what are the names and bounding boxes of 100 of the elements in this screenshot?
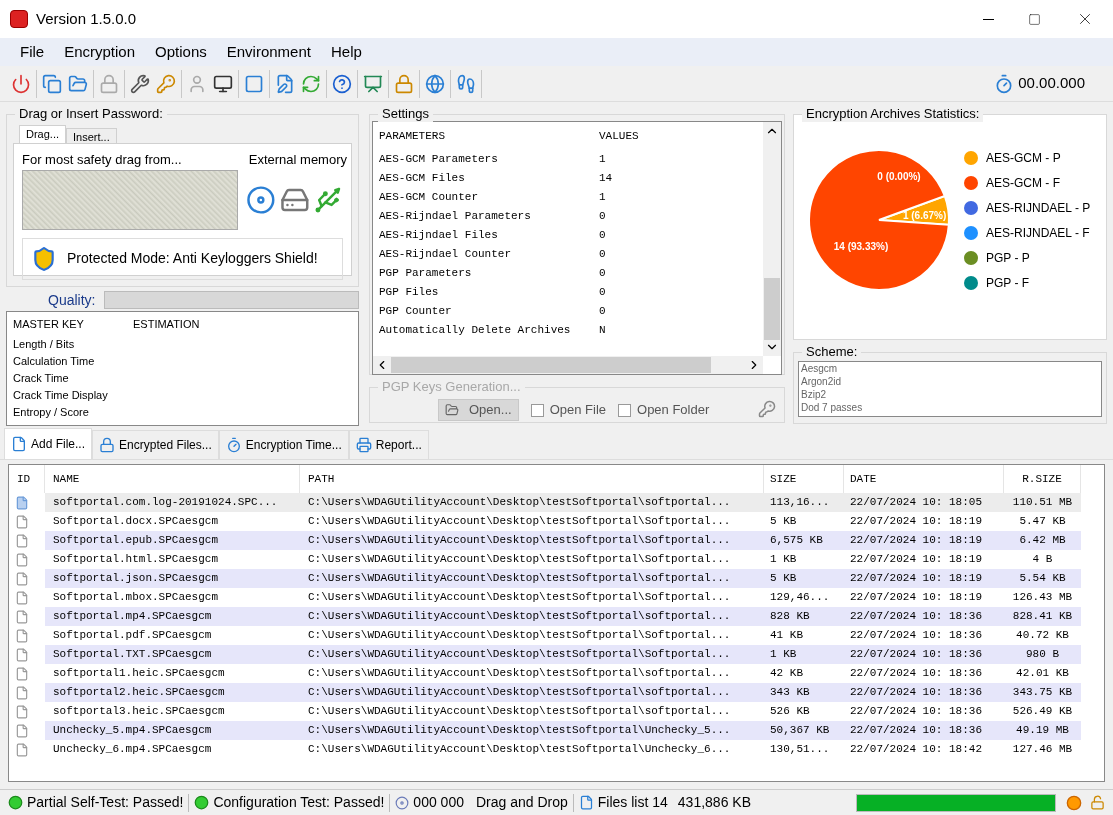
table-cell-text: 526 KB xyxy=(769,704,811,720)
legend-label: AES-GCM - F xyxy=(986,174,1060,192)
table-cell-text: 4 B xyxy=(1031,552,1054,568)
table-cell-text: 6,575 KB xyxy=(769,533,824,549)
password-tab[interactable]: Drag... xyxy=(19,125,66,143)
file-row[interactable]: Softportal.pdf.SPCaesgcm C:\Users\WDAGUtilityAccount\Desktop\testSoftportal\Softportal... 41 KB 22/07/2024 10: 18:36 40.72 KB xyxy=(9,626,1104,645)
open-button[interactable]: Open... xyxy=(438,399,519,421)
table-cell-text: PGP Counter xyxy=(379,304,453,320)
file-tab[interactable]: Encryption Time... xyxy=(218,430,349,459)
table-cell-text: Unchecky_5.mp4.SPCaesgcm xyxy=(52,723,213,739)
file-row[interactable]: Softportal.docx.SPCaesgcm C:\Users\WDAGUtilityAccount\Desktop\testSoftportal\Softportal... 5 KB 22/07/2024 10: 18:19 5.47 KB xyxy=(9,512,1104,531)
table-cell-text: AES-GCM Counter xyxy=(379,190,480,206)
drag-area[interactable] xyxy=(22,169,238,230)
file-row[interactable]: softportal1.heic.SPCaesgcm C:\Users\WDAGUtilityAccount\Desktop\testSoftportal\softportal... 42 KB 22/07/2024 10: 18:36 42.01 KB xyxy=(9,664,1104,683)
file-icon xyxy=(15,495,29,510)
file-row[interactable]: Softportal.mbox.SPCaesgcm C:\Users\WDAGUtilityAccount\Desktop\testSoftportal\Softportal... 129,46... 22/07/2024 10: 18:19 126.43 MB xyxy=(9,588,1104,607)
table-cell-text: 22/07/2024 10: 18:36 xyxy=(849,723,984,739)
table-cell-text: 1 xyxy=(599,190,606,206)
checkbox[interactable] xyxy=(530,403,544,417)
table-cell-text: Automatically Delete Archives xyxy=(379,323,572,339)
table-cell-text: 22/07/2024 10: 18:36 xyxy=(849,685,984,701)
keys-icon[interactable] xyxy=(758,400,776,418)
checkbox[interactable] xyxy=(618,403,631,417)
table-cell-text: 5 KB xyxy=(769,514,798,530)
password-tab[interactable]: Insert... xyxy=(66,128,117,143)
slice-label: 1 (6.67%) xyxy=(902,209,947,221)
counter-text: 000 000 xyxy=(413,793,464,812)
table-cell-text: Softportal.docx.SPCaesgcm xyxy=(52,514,220,530)
menu-item[interactable]: Options xyxy=(145,40,217,64)
file-row[interactable]: softportal3.heic.SPCaesgcm C:\Users\WDAGUtilityAccount\Desktop\testSoftportal\softportal... 526 KB 22/07/2024 10: 18:36 526.49 KB xyxy=(9,702,1104,721)
lock-icon xyxy=(99,437,116,453)
table-cell-text: C:\Users\WDAGUtilityAccount\Desktop\testSoftportal\Softportal... xyxy=(307,590,732,606)
menu-item[interactable]: Environment xyxy=(216,40,321,64)
minimize-icon xyxy=(982,18,994,20)
table-cell-text: 343.75 KB xyxy=(1011,685,1074,701)
file-row[interactable]: Softportal.html.SPCaesgcm C:\Users\WDAGUtilityAccount\Desktop\testSoftportal\Softportal... 1 KB 22/07/2024 10: 18:19 4 B xyxy=(9,550,1104,569)
table-cell-text: Entropy / Score xyxy=(13,405,90,420)
menu-item[interactable]: Help xyxy=(320,40,372,64)
legend-label: PGP - P xyxy=(986,249,1030,267)
padlock-icon[interactable] xyxy=(1090,795,1105,810)
slice-label: 0 (0.00%) xyxy=(877,171,921,182)
scheme-item: Aesgcm xyxy=(801,362,839,375)
table-cell-text: 5.54 KB xyxy=(1018,571,1067,587)
table-cell-text: 41 KB xyxy=(769,628,804,644)
file-icon xyxy=(15,742,29,757)
file-tab[interactable]: Encrypted Files... xyxy=(92,430,219,459)
table-cell-text: AES-GCM Parameters xyxy=(379,152,499,168)
table-cell-text: 0 xyxy=(599,304,606,320)
status-indicator-icon xyxy=(1066,794,1082,811)
file-row[interactable]: Unchecky_6.mp4.SPCaesgcm C:\Users\WDAGUtilityAccount\Desktop\testSoftportal\Unchecky_6... 130,51... 22/07/2024 10: 18:42 127.46 MB xyxy=(9,740,1104,759)
group-title: PGP Keys Generation... xyxy=(378,379,525,395)
table-cell-text: Calculation Time xyxy=(13,354,96,369)
table-cell-text: Length / Bits xyxy=(13,337,76,352)
scheme-item: Dod 7 passes xyxy=(801,401,864,414)
checkbox-option[interactable]: Open File xyxy=(530,400,606,420)
horizontal-scrollbar[interactable] xyxy=(373,356,763,374)
column-header[interactable]: ID xyxy=(9,465,45,493)
table-cell-text: 22/07/2024 10: 18:19 xyxy=(849,533,984,549)
table-cell-text: C:\Users\WDAGUtilityAccount\Desktop\testSoftportal\softportal... xyxy=(307,685,732,701)
vertical-scrollbar[interactable] xyxy=(763,122,781,356)
table-cell-text: 22/07/2024 10: 18:19 xyxy=(849,590,984,606)
table-cell-text: 14 xyxy=(599,171,613,187)
menu-item[interactable]: Encryption xyxy=(54,40,146,64)
table-cell-text: 42.01 KB xyxy=(1015,666,1070,682)
column-header: ESTIMATION xyxy=(133,316,200,332)
table-cell-text: 42 KB xyxy=(769,666,804,682)
file-tab[interactable]: Add File... xyxy=(4,428,93,459)
scrollbar-thumb[interactable] xyxy=(764,278,780,340)
table-cell-text: AES-GCM Files xyxy=(379,171,466,187)
table-cell-text: Softportal.html.SPCaesgcm xyxy=(52,552,220,568)
table-cell-text: Softportal.epub.SPCaesgcm xyxy=(52,533,220,549)
table-cell-text: C:\Users\WDAGUtilityAccount\Desktop\testSoftportal\Unchecky_5... xyxy=(307,723,732,739)
table-cell-text: softportal.mp4.SPCaesgcm xyxy=(52,609,213,625)
table-cell-text: 0 xyxy=(599,247,606,263)
total-size-text: 431,886 KB xyxy=(677,793,751,812)
table-cell-text: AES-Rijndael Counter xyxy=(379,247,513,263)
disc-icon xyxy=(395,795,410,810)
file-tab[interactable]: Report... xyxy=(348,430,429,459)
file-icon xyxy=(15,666,29,681)
file-icon xyxy=(15,590,29,605)
file-icon xyxy=(15,723,29,738)
table-cell-text: 129,46... xyxy=(769,590,831,606)
group-title: Encryption Archives Statistics: xyxy=(802,106,984,122)
table-cell-text: softportal2.heic.SPCaesgcm xyxy=(52,685,226,701)
file-icon xyxy=(11,436,27,452)
checkbox-option[interactable]: Open Folder xyxy=(618,400,710,420)
file-icon xyxy=(15,685,29,700)
scheme-item: Bzip2 xyxy=(801,388,827,401)
table-cell-text: 22/07/2024 10: 18:36 xyxy=(849,609,984,625)
table-cell-text: Crack Time xyxy=(13,371,70,386)
table-cell-text: 5.47 KB xyxy=(1018,514,1067,530)
menu-item[interactable]: File xyxy=(10,40,55,64)
table-cell-text: 49.19 MB xyxy=(1015,723,1070,739)
scrollbar-thumb[interactable] xyxy=(391,357,711,373)
file-icon xyxy=(15,609,29,624)
disc-icon[interactable] xyxy=(245,184,276,215)
table-cell-text: N xyxy=(599,323,606,339)
config-test-status: Configuration Test: Passed! xyxy=(213,793,385,812)
table-cell-text: 22/07/2024 10: 18:36 xyxy=(849,647,984,663)
column-header: MASTER KEY xyxy=(13,316,85,332)
